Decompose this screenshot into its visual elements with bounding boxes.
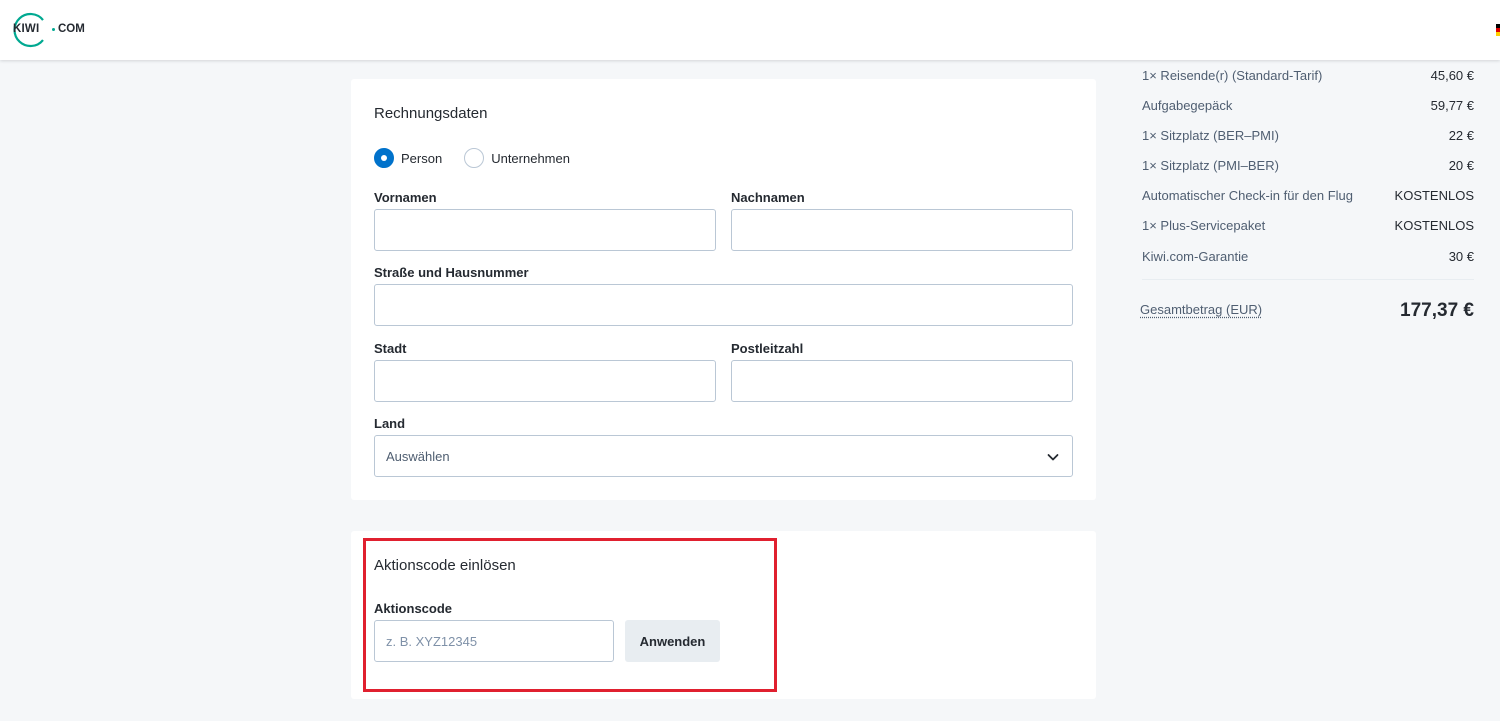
summary-row: 1× Sitzplatz (BER–PMI) 22 € xyxy=(1142,120,1474,150)
summary-row-label: 1× Reisende(r) (Standard-Tarif) xyxy=(1142,67,1323,83)
billing-details-card: Rechnungsdaten Person Unternehmen Vornam… xyxy=(351,79,1096,500)
summary-row: 1× Reisende(r) (Standard-Tarif) 45,60 € xyxy=(1142,60,1474,90)
apply-promo-button[interactable]: Anwenden xyxy=(625,620,720,662)
street-input[interactable] xyxy=(374,284,1073,326)
summary-row-label: 1× Sitzplatz (PMI–BER) xyxy=(1142,157,1279,173)
zip-label: Postleitzahl xyxy=(731,341,804,356)
summary-row: Aufgabegepäck 59,77 € xyxy=(1142,90,1474,120)
summary-row-value: 59,77 € xyxy=(1430,97,1474,113)
last-name-input[interactable] xyxy=(731,209,1073,251)
customer-type-radio-group: Person Unternehmen xyxy=(374,148,592,168)
summary-row-value: 20 € xyxy=(1448,157,1474,173)
summary-row: Kiwi.com-Garantie 30 € xyxy=(1142,241,1474,271)
country-label: Land xyxy=(374,416,406,431)
radio-company[interactable] xyxy=(464,148,485,168)
billing-title: Rechnungsdaten xyxy=(374,105,488,122)
summary-row-label: Automatischer Check-in für den Flug xyxy=(1142,187,1353,203)
last-name-label: Nachnamen xyxy=(731,190,805,205)
summary-row-value: KOSTENLOS xyxy=(1394,187,1474,203)
summary-row-value: 45,60 € xyxy=(1430,67,1474,83)
radio-company-label: Unternehmen xyxy=(491,150,570,166)
summary-row: 1× Plus-Servicepaket KOSTENLOS xyxy=(1142,210,1474,240)
country-select[interactable]: Auswählen xyxy=(374,435,1073,477)
logo-dot-icon xyxy=(52,28,55,31)
summary-row: 1× Sitzplatz (PMI–BER) 20 € xyxy=(1142,150,1474,180)
street-label: Straße und Hausnummer xyxy=(374,265,529,280)
logo-text-com: COM xyxy=(58,23,85,35)
promo-title: Aktionscode einlösen xyxy=(374,557,516,574)
promo-code-card: Aktionscode einlösen Aktionscode Anwende… xyxy=(351,531,1096,699)
summary-row-label: Aufgabegepäck xyxy=(1142,97,1233,113)
radio-person-label: Person xyxy=(401,150,443,166)
kiwi-logo[interactable]: KIWI COM xyxy=(7,12,85,48)
summary-row-value: KOSTENLOS xyxy=(1394,217,1474,233)
promo-code-label: Aktionscode xyxy=(374,601,453,616)
chevron-down-icon xyxy=(1047,454,1059,461)
summary-row-value: 22 € xyxy=(1448,127,1474,143)
german-flag-icon[interactable] xyxy=(1496,24,1500,36)
top-navigation-bar: KIWI COM xyxy=(0,0,1500,60)
summary-divider xyxy=(1142,279,1474,280)
promo-code-input[interactable] xyxy=(374,620,614,662)
city-label: Stadt xyxy=(374,341,407,356)
summary-row: Automatischer Check-in für den Flug KOST… xyxy=(1142,180,1474,210)
total-label[interactable]: Gesamtbetrag (EUR) xyxy=(1140,302,1262,317)
country-select-value: Auswählen xyxy=(386,448,450,464)
summary-row-value: 30 € xyxy=(1448,248,1474,264)
first-name-label: Vornamen xyxy=(374,190,437,205)
total-amount: 177,37 € xyxy=(1400,300,1474,321)
city-input[interactable] xyxy=(374,360,716,402)
first-name-input[interactable] xyxy=(374,209,716,251)
logo-text-kiwi: KIWI xyxy=(13,23,40,35)
zip-input[interactable] xyxy=(731,360,1073,402)
radio-person[interactable] xyxy=(374,148,394,168)
summary-row-label: Kiwi.com-Garantie xyxy=(1142,248,1249,264)
summary-row-label: 1× Sitzplatz (BER–PMI) xyxy=(1142,127,1279,143)
logo-ring-icon: KIWI xyxy=(7,12,44,48)
summary-row-label: 1× Plus-Servicepaket xyxy=(1142,217,1266,233)
